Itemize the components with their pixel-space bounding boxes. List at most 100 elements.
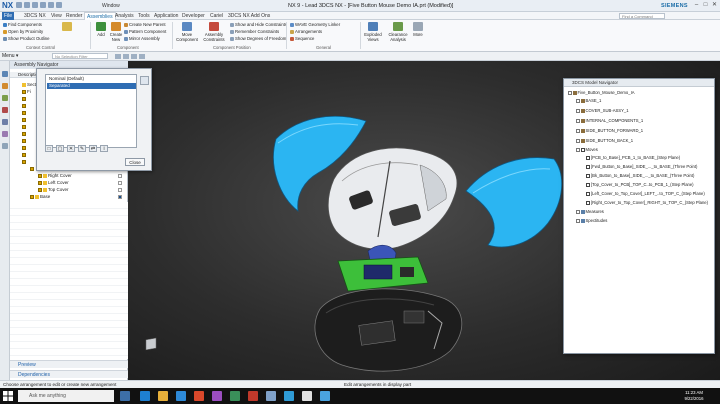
show-dof-button[interactable]: Show Degrees of Freedom (230, 36, 286, 41)
minimize-button[interactable]: – (692, 2, 701, 9)
show-product-outline-button[interactable]: Show Product Outline (3, 36, 50, 41)
tab-application[interactable]: Application (152, 12, 180, 20)
checkbox-icon[interactable] (22, 152, 26, 157)
tree-part[interactable]: INTERNAL_COMPONENTS_1 (576, 118, 643, 124)
expand-icon[interactable] (576, 109, 580, 113)
checkbox-icon[interactable] (22, 138, 26, 143)
tree-part[interactable]: BASE_1 (576, 98, 601, 104)
checkbox-icon[interactable] (22, 145, 26, 150)
remember-constraints-button[interactable]: Remember Constraints (230, 29, 279, 34)
right-cover-part[interactable] (465, 157, 563, 248)
app-icon[interactable] (248, 391, 258, 401)
copy-icon[interactable] (48, 2, 54, 8)
close-button[interactable]: ✕ (710, 2, 719, 9)
part-navigator-tab-icon[interactable] (2, 95, 8, 101)
arrangement-item-separated[interactable]: Separated (47, 83, 136, 89)
checkbox-icon[interactable] (30, 194, 34, 199)
context-more-button[interactable] (57, 22, 77, 32)
tab-view[interactable]: View (49, 12, 64, 20)
app-icon[interactable] (302, 391, 312, 401)
constraint-navigator-tab-icon[interactable] (2, 83, 8, 89)
paste-icon[interactable] (56, 2, 62, 8)
expand-icon[interactable] (576, 219, 580, 223)
tab-file[interactable]: File (2, 12, 15, 20)
tab-assemblies[interactable]: Assemblies (84, 12, 116, 20)
expand-icon[interactable] (576, 99, 580, 103)
checkbox-icon[interactable] (22, 110, 26, 115)
tab-render[interactable]: Render (64, 12, 84, 20)
info-icon[interactable]: i (100, 145, 108, 152)
roles-tab-icon[interactable] (2, 131, 8, 137)
tree-moves[interactable]: Moves (576, 147, 598, 153)
checkbox-icon[interactable] (22, 96, 26, 101)
app-icon[interactable] (212, 391, 222, 401)
tree-move[interactable]: [Bk_Button_to_Base]_SIDE_..._to_BASE_(Th… (586, 173, 694, 179)
tree-part[interactable]: SIDE_BUTTON_BACK_1 (576, 138, 633, 144)
checkbox[interactable] (118, 181, 122, 185)
filter-icon[interactable] (139, 54, 145, 59)
pattern-component-button[interactable]: Pattern Component (124, 29, 166, 34)
checkbox-icon[interactable] (38, 173, 42, 178)
new-arrangement-icon[interactable]: □ (45, 145, 53, 152)
rename-arrangement-icon[interactable]: ✎ (78, 145, 86, 152)
checkbox-icon[interactable] (30, 166, 34, 171)
arrangements-button[interactable]: Arrangements (290, 29, 322, 34)
preview-panel-toggle[interactable]: Preview (10, 360, 128, 368)
arrangement-properties-icon[interactable] (140, 76, 149, 85)
taskbar-search-input[interactable]: Ask me anything (18, 390, 114, 402)
collapse-icon[interactable] (576, 148, 580, 152)
show-hide-constraints-button[interactable]: Show and Hide Constraints (230, 22, 287, 27)
mirror-assembly-button[interactable]: Mirror Assembly (124, 36, 160, 41)
expand-icon[interactable] (576, 139, 580, 143)
app-icon[interactable] (194, 391, 204, 401)
tab-developer[interactable]: Developer (180, 12, 207, 20)
quick-access-toolbar[interactable] (16, 2, 76, 10)
tree-move[interactable]: [Right_Cover_to_Top_Cover]_RIGHT_to_TOP_… (586, 200, 708, 206)
checkbox-icon[interactable] (22, 131, 26, 136)
tree-row-left-cover[interactable]: Left Cover (10, 180, 128, 186)
checkbox-icon[interactable] (22, 124, 26, 129)
delete-arrangement-icon[interactable]: ✕ (67, 145, 75, 152)
history-tab-icon[interactable] (2, 119, 8, 125)
more-button[interactable]: More (410, 22, 426, 37)
file-explorer-icon[interactable] (158, 391, 168, 401)
tree-row-base[interactable]: Base (10, 194, 128, 200)
create-new-parent-button[interactable]: Create New Parent (124, 22, 166, 27)
reuse-library-tab-icon[interactable] (2, 107, 8, 113)
app-icon[interactable] (320, 391, 330, 401)
selection-filter-dropdown[interactable]: No Selection Filter (52, 53, 108, 59)
copy-arrangement-icon[interactable]: ▢ (56, 145, 64, 152)
tree-spectitudes[interactable]: Spectitudes (576, 218, 607, 224)
taskbar-clock[interactable]: 11:23 AM 9/22/2016 (676, 390, 712, 401)
checkbox-icon[interactable] (38, 187, 42, 192)
checkbox-icon[interactable] (38, 180, 42, 185)
tab-analysis[interactable]: Analysis (113, 12, 136, 20)
assembly-navigator-tab-icon[interactable] (2, 71, 8, 77)
checkbox[interactable] (118, 174, 122, 178)
checkbox[interactable] (118, 188, 122, 192)
checkbox-icon[interactable] (22, 89, 26, 94)
tree-move[interactable]: [Left_Cover_to_Top_Cover]_LEFT_..to_TOP_… (586, 191, 705, 197)
arrangement-list[interactable]: Nominal (Default) Separated (45, 74, 137, 148)
tab-3dcs-nx-addons[interactable]: 3DCS NX Add Ons (226, 12, 272, 20)
tree-part[interactable]: COVER_SUB-ASSY_1 (576, 108, 629, 114)
reorder-arrangement-icon[interactable]: ⇄ (89, 145, 97, 152)
expand-icon[interactable] (576, 129, 580, 133)
cut-icon[interactable] (40, 2, 46, 8)
tree-part[interactable]: SIDE_BUTTON_FORWARD_1 (576, 128, 643, 134)
nx-taskbar-icon[interactable] (266, 391, 276, 401)
edge-icon[interactable] (140, 391, 150, 401)
tree-row-top-cover[interactable]: Top Cover (10, 187, 128, 193)
app-icon[interactable] (284, 391, 294, 401)
select-icon[interactable] (123, 54, 129, 59)
checkbox[interactable] (118, 195, 122, 199)
tree-move[interactable]: [Top_Cover_to_PCB]_TOP_C..to_PCB_1_(Step… (586, 182, 694, 188)
checkbox-icon[interactable] (22, 117, 26, 122)
open-by-proximity-button[interactable]: Open by Proximity (3, 29, 43, 34)
expand-icon[interactable] (576, 210, 580, 214)
close-button[interactable]: Close (125, 158, 145, 166)
command-finder-input[interactable]: Find a Command (619, 13, 665, 19)
sequence-button[interactable]: Sequence (290, 36, 314, 41)
wave-geometry-linker-button[interactable]: WAVE Geometry Linker (290, 22, 340, 27)
tree-measures[interactable]: Measures (576, 209, 604, 215)
